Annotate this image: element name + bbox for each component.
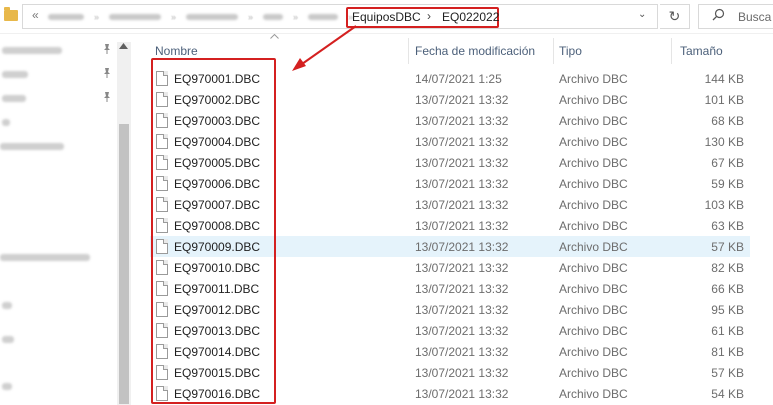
file-size: 130 KB (704, 135, 744, 149)
pin-icon[interactable] (102, 43, 112, 58)
search-placeholder: Busca (738, 10, 772, 24)
file-type: Archivo DBC (559, 198, 628, 212)
file-date: 13/07/2021 13:32 (415, 156, 509, 170)
file-type: Archivo DBC (559, 177, 628, 191)
file-size: 101 KB (704, 93, 744, 107)
nav-item[interactable] (0, 379, 12, 393)
file-date: 13/07/2021 13:32 (415, 135, 509, 149)
file-date: 13/07/2021 13:32 (415, 93, 509, 107)
file-size: 103 KB (704, 198, 744, 212)
file-size: 57 KB (711, 366, 744, 380)
file-type: Archivo DBC (559, 114, 628, 128)
file-type: Archivo DBC (559, 345, 628, 359)
file-size: 66 KB (711, 282, 744, 296)
file-date: 14/07/2021 1:25 (415, 72, 502, 86)
nav-item[interactable] (0, 139, 64, 153)
blurred-breadcrumbs: » » » » » (48, 12, 353, 22)
file-date: 13/07/2021 13:32 (415, 387, 509, 401)
file-size: 68 KB (711, 114, 744, 128)
file-size: 144 KB (704, 72, 744, 86)
nav-scrollbar-thumb[interactable] (119, 124, 129, 404)
file-size: 81 KB (711, 345, 744, 359)
file-type: Archivo DBC (559, 156, 628, 170)
chevron-left-icon[interactable]: « (32, 8, 39, 22)
file-date: 13/07/2021 13:32 (415, 261, 509, 275)
file-date: 13/07/2021 13:32 (415, 324, 509, 338)
file-date: 13/07/2021 13:32 (415, 282, 509, 296)
breadcrumb-blurred[interactable] (308, 14, 339, 20)
breadcrumb-blurred[interactable] (109, 14, 162, 20)
breadcrumb-equiposdbc[interactable]: EquiposDBC (352, 10, 421, 24)
file-size: 54 KB (711, 387, 744, 401)
refresh-button[interactable]: ↻ (660, 4, 690, 29)
navigation-pane (0, 34, 132, 405)
nav-item[interactable] (0, 67, 28, 81)
folder-icon (4, 7, 18, 21)
breadcrumb-blurred[interactable] (48, 14, 84, 20)
file-type: Archivo DBC (559, 261, 628, 275)
file-size: 59 KB (711, 177, 744, 191)
file-type: Archivo DBC (559, 282, 628, 296)
nav-item[interactable] (0, 91, 26, 105)
nav-item[interactable] (0, 298, 12, 312)
nav-item[interactable] (0, 250, 90, 264)
pin-icon[interactable] (102, 67, 112, 82)
scroll-up-icon[interactable] (119, 41, 128, 51)
column-header-type[interactable]: Tipo (559, 44, 582, 62)
column-header-date[interactable]: Fecha de modificación (415, 44, 535, 62)
column-divider[interactable] (553, 38, 554, 64)
address-bar-row: « » » » » » EquiposDBC › EQ022022 ⌄ ↻ Bu… (0, 0, 773, 34)
file-type: Archivo DBC (559, 303, 628, 317)
file-type: Archivo DBC (559, 387, 628, 401)
file-type: Archivo DBC (559, 135, 628, 149)
nav-item[interactable] (0, 43, 62, 57)
pin-icon[interactable] (102, 91, 112, 106)
file-size: 63 KB (711, 219, 744, 233)
sort-ascending-icon (270, 31, 279, 42)
file-type: Archivo DBC (559, 72, 628, 86)
file-type: Archivo DBC (559, 219, 628, 233)
chevron-down-icon[interactable]: ⌄ (638, 9, 646, 20)
file-size: 57 KB (711, 240, 744, 254)
file-size: 82 KB (711, 261, 744, 275)
search-icon (712, 8, 725, 24)
nav-item[interactable] (0, 115, 10, 129)
file-type: Archivo DBC (559, 366, 628, 380)
file-name-highlight-box (151, 58, 276, 404)
file-type: Archivo DBC (559, 93, 628, 107)
column-divider[interactable] (408, 38, 409, 64)
column-header-size[interactable]: Tamaño (680, 44, 723, 62)
file-date: 13/07/2021 13:32 (415, 240, 509, 254)
breadcrumb-eq022022[interactable]: EQ022022 (442, 10, 499, 24)
file-type: Archivo DBC (559, 324, 628, 338)
file-date: 13/07/2021 13:32 (415, 177, 509, 191)
file-date: 13/07/2021 13:32 (415, 366, 509, 380)
file-date: 13/07/2021 13:32 (415, 219, 509, 233)
breadcrumb-blurred[interactable] (263, 14, 284, 20)
file-type: Archivo DBC (559, 240, 628, 254)
file-date: 13/07/2021 13:32 (415, 303, 509, 317)
refresh-icon: ↻ (668, 8, 681, 24)
file-size: 95 KB (711, 303, 744, 317)
file-size: 67 KB (711, 156, 744, 170)
file-size: 61 KB (711, 324, 744, 338)
breadcrumb-blurred[interactable] (186, 14, 239, 20)
file-date: 13/07/2021 13:32 (415, 198, 509, 212)
file-date: 13/07/2021 13:32 (415, 114, 509, 128)
breadcrumb-separator[interactable]: › (427, 9, 431, 23)
nav-item[interactable] (0, 332, 14, 346)
file-date: 13/07/2021 13:32 (415, 345, 509, 359)
column-divider[interactable] (671, 38, 672, 64)
